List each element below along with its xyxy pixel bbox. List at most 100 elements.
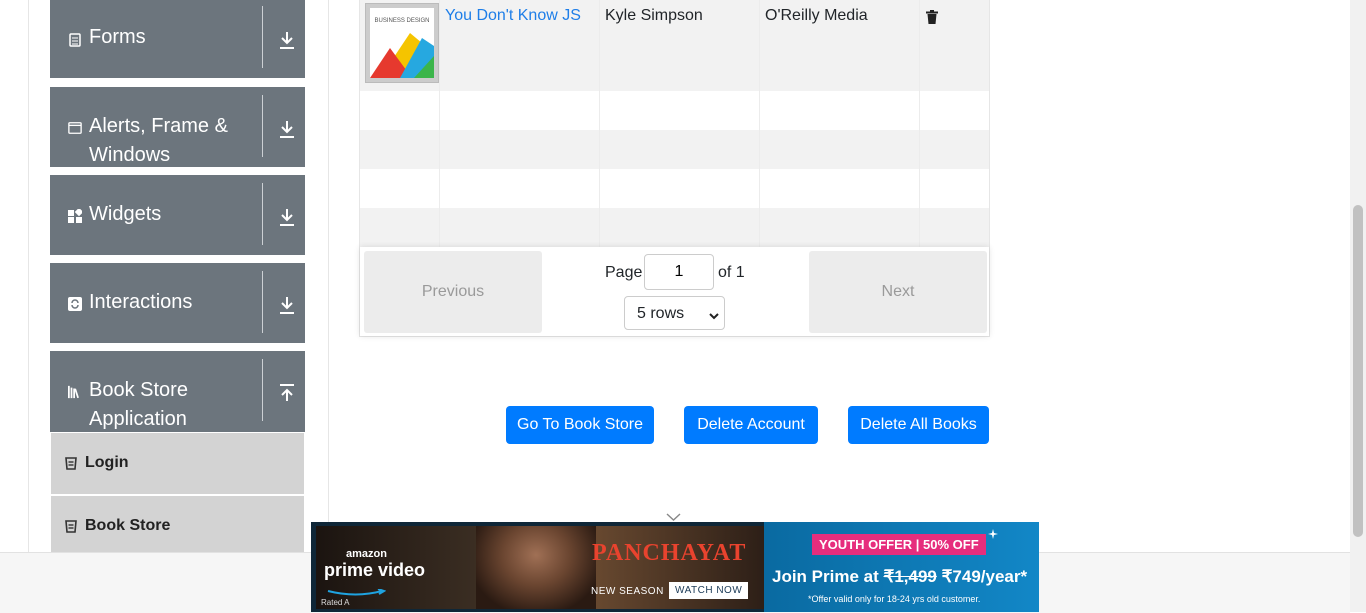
- download-arrow-icon: [278, 207, 296, 229]
- sidebar-item-label: Book Store: [85, 517, 171, 534]
- books-table: BUSINESS DESIGN You Don't Know JS Kyle S…: [359, 0, 990, 337]
- empty-cell: [440, 208, 600, 247]
- delete-account-button[interactable]: Delete Account: [684, 406, 818, 444]
- empty-cell: [440, 91, 600, 130]
- sidebar-group-label: Widgets: [89, 203, 162, 225]
- book-publisher: O'Reilly Media: [765, 7, 868, 24]
- rows-per-page-select[interactable]: 5 rows: [624, 296, 725, 330]
- ad-disclaimer: *Offer valid only for 18-24 yrs old cust…: [808, 594, 981, 604]
- empty-cell: [360, 169, 440, 208]
- ad-brand: prime video: [324, 560, 426, 580]
- ad-offer-panel: YOUTH OFFER | 50% OFF Join Prime at ₹1,4…: [764, 522, 1039, 612]
- empty-cell: [760, 91, 920, 130]
- sidebar-group-book-store-application[interactable]: Book Store Application: [50, 351, 305, 432]
- separator: [262, 359, 263, 421]
- empty-cell: [760, 130, 920, 169]
- delete-trash-icon[interactable]: [926, 10, 938, 29]
- empty-cell: [360, 91, 440, 130]
- ad-join-text: Join Prime at: [772, 567, 879, 586]
- left-panel: Forms Alerts, Frame & Windows Widgets Int…: [0, 0, 329, 553]
- ad-brand-top: amazon: [346, 548, 387, 560]
- ad-new-season: NEW SEASON: [591, 586, 664, 597]
- ad-offer-badge: YOUTH OFFER | 50% OFF: [812, 534, 986, 555]
- label-line1: Alerts, Frame &: [89, 115, 228, 137]
- table-row-empty: [360, 208, 989, 247]
- page-total: of 1: [718, 264, 745, 281]
- table-row: BUSINESS DESIGN You Don't Know JS Kyle S…: [360, 0, 989, 92]
- books-icon: [68, 385, 82, 399]
- empty-cell: [600, 91, 760, 130]
- empty-cell: [440, 130, 600, 169]
- sidebar-group-label: Book Store Application: [89, 376, 269, 434]
- label-line2: Windows: [89, 144, 171, 166]
- download-arrow-icon: [278, 119, 296, 141]
- book-author: Kyle Simpson: [605, 7, 703, 24]
- title-cell: You Don't Know JS: [440, 0, 600, 91]
- go-to-book-store-button[interactable]: Go To Book Store: [506, 406, 654, 444]
- scrollbar-thumb[interactable]: [1353, 205, 1363, 537]
- ad-old-price: ₹1,499: [883, 567, 937, 586]
- divider: [28, 0, 29, 552]
- sidebar-group-forms[interactable]: Forms: [50, 0, 305, 78]
- ad-image-panel: amazon prime video Rated A PANCHAYAT NEW…: [316, 526, 764, 609]
- table-row-empty: [360, 91, 989, 131]
- previous-button[interactable]: Previous: [364, 251, 542, 333]
- upload-arrow-icon: [278, 383, 296, 405]
- widgets-icon: [68, 209, 82, 223]
- cover-cell: BUSINESS DESIGN: [360, 0, 440, 91]
- page-number-input[interactable]: [644, 254, 714, 290]
- sidebar-group-alerts-frame-windows[interactable]: Alerts, Frame & Windows: [50, 87, 305, 167]
- label-line1: Book Store: [89, 379, 188, 401]
- empty-cell: [440, 169, 600, 208]
- sidebar-group-widgets[interactable]: Widgets: [50, 175, 305, 255]
- sparkle-icon: [988, 526, 998, 544]
- sidebar-group-label: Forms: [89, 26, 146, 48]
- sidebar-item-label: Login: [85, 454, 129, 471]
- sidebar-group-label: Interactions: [89, 291, 193, 313]
- table-row-empty: [360, 169, 989, 209]
- advertisement-banner[interactable]: amazon prime video Rated A PANCHAYAT NEW…: [311, 522, 1039, 612]
- pagination-bar: Previous Page of 1 5 rows Next: [360, 247, 989, 336]
- separator: [262, 95, 263, 157]
- empty-cell: [760, 169, 920, 208]
- sidebar-item-book-store[interactable]: Book Store: [51, 496, 304, 553]
- sidebar-group-interactions[interactable]: Interactions: [50, 263, 305, 343]
- book-cover-image: BUSINESS DESIGN: [365, 3, 439, 83]
- separator: [262, 183, 263, 245]
- chevron-down-icon: [709, 307, 719, 325]
- table-row-empty: [360, 130, 989, 170]
- ad-new-price: ₹749/year*: [941, 567, 1028, 586]
- publisher-cell: O'Reilly Media: [760, 0, 920, 91]
- sidebar-item-login[interactable]: Login: [51, 433, 304, 494]
- sidebar-group-label: Alerts, Frame & Windows: [89, 112, 269, 170]
- author-cell: Kyle Simpson: [600, 0, 760, 91]
- delete-all-books-button[interactable]: Delete All Books: [848, 406, 989, 444]
- empty-cell: [360, 130, 440, 169]
- empty-cell: [360, 208, 440, 247]
- empty-cell: [600, 130, 760, 169]
- ad-actor-image: [476, 526, 596, 609]
- page-scrollbar[interactable]: [1350, 0, 1366, 612]
- ad-join-line: Join Prime at ₹1,499 ₹749/year*: [772, 567, 1027, 587]
- separator: [262, 6, 263, 68]
- window-icon: [68, 121, 82, 135]
- download-arrow-icon: [278, 295, 296, 317]
- empty-cell: [600, 208, 760, 247]
- label-line2: Application: [89, 408, 187, 430]
- empty-cell: [760, 208, 920, 247]
- ad-show-title: PANCHAYAT: [592, 540, 747, 566]
- ad-rating: Rated A: [321, 598, 350, 607]
- page-label: Page: [605, 264, 643, 281]
- document-icon: [65, 520, 77, 538]
- rows-per-page-value: 5 rows: [637, 305, 685, 322]
- form-icon: [68, 33, 82, 47]
- ad-watch-now-button[interactable]: WATCH NOW: [669, 582, 749, 599]
- separator: [262, 271, 263, 333]
- action-cell: [920, 0, 989, 91]
- document-icon: [65, 457, 77, 475]
- book-title-link[interactable]: You Don't Know JS: [445, 7, 581, 25]
- interactions-icon: [68, 297, 82, 311]
- download-arrow-icon: [278, 30, 296, 52]
- empty-cell: [600, 169, 760, 208]
- next-button[interactable]: Next: [809, 251, 987, 333]
